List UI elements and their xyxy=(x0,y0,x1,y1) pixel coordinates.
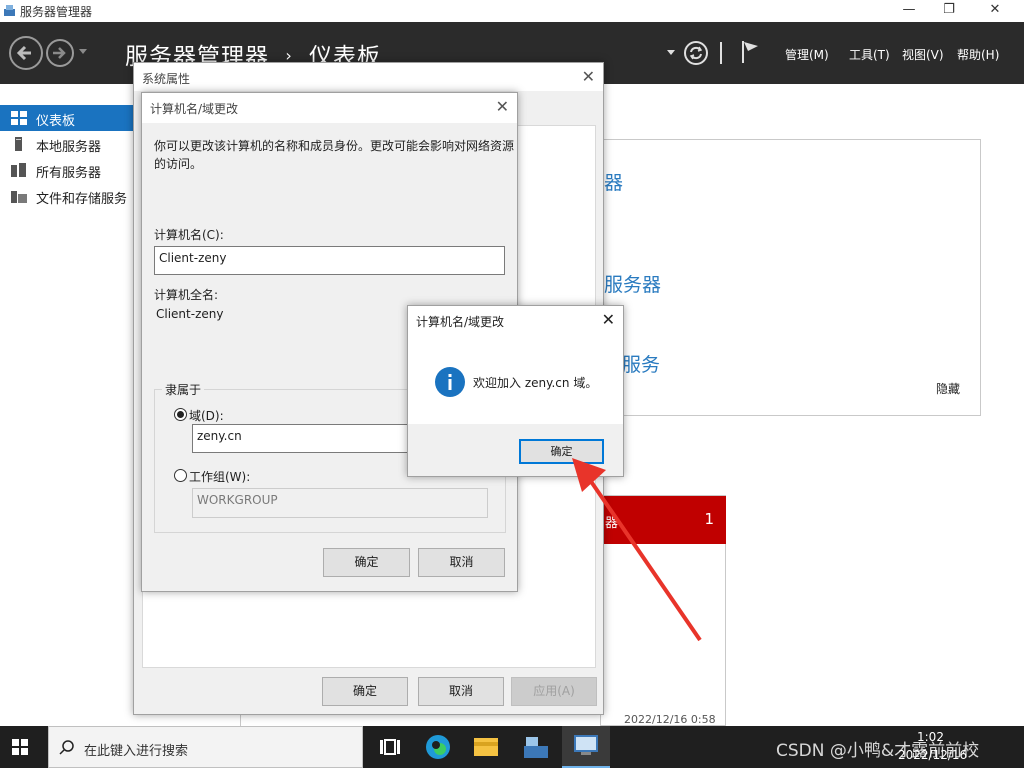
domain-radio[interactable] xyxy=(174,408,187,421)
domain-label: 域(D): xyxy=(189,409,224,423)
dialog-title: 系统属性 xyxy=(142,72,191,86)
tile-configure-server[interactable]: 器 xyxy=(604,168,623,195)
dialog-title: 计算机名/域更改 xyxy=(416,315,505,329)
sidebar-item-label: 本地服务器 xyxy=(36,140,102,155)
member-of-label: 隶属于 xyxy=(162,381,205,398)
dialog-titlebar: 计算机名/域更改 ✕ xyxy=(408,306,623,336)
task-view-icon[interactable] xyxy=(368,732,416,762)
cancel-button[interactable]: 取消 xyxy=(418,548,505,577)
forward-button[interactable] xyxy=(46,39,74,67)
taskbar: 在此键入进行搜索 1:02 2022/12/16 CSDN @小鸭&才露前前校 xyxy=(0,726,1024,768)
close-icon[interactable]: ✕ xyxy=(496,97,509,116)
workgroup-radio[interactable] xyxy=(174,469,187,482)
hide-link[interactable]: 隐藏 xyxy=(936,380,960,397)
welcome-message: 欢迎加入 zeny.cn 域。 xyxy=(473,376,598,390)
dialog-titlebar: 计算机名/域更改 ✕ xyxy=(142,93,517,123)
file-explorer-icon[interactable] xyxy=(462,732,510,762)
back-arrow-icon xyxy=(16,45,31,61)
sidebar-item-label: 所有服务器 xyxy=(36,166,102,181)
ok-button[interactable]: 确定 xyxy=(322,677,408,706)
servers-icon xyxy=(11,163,26,177)
sidebar-item-local-server[interactable]: 本地服务器 xyxy=(0,131,133,157)
sidebar: 仪表板 本地服务器 所有服务器 文件和存储服务 xyxy=(0,84,133,726)
close-icon[interactable]: ✕ xyxy=(582,67,595,86)
maximize-button[interactable]: ❐ xyxy=(926,0,972,22)
menu-help[interactable]: 帮助(H) xyxy=(957,46,999,63)
window-titlebar: 服务器管理器 — ❐ ✕ xyxy=(0,0,1024,22)
active-app-taskbar-button[interactable] xyxy=(562,726,610,768)
header-dropdown-icon[interactable] xyxy=(666,49,676,57)
sidebar-item-file-storage[interactable]: 文件和存储服务 xyxy=(0,183,133,209)
sidebar-item-label: 文件和存储服务 xyxy=(36,192,128,207)
sidebar-item-all-servers[interactable]: 所有服务器 xyxy=(0,157,133,183)
sidebar-item-label: 仪表板 xyxy=(36,114,76,129)
storage-icon xyxy=(11,191,27,203)
dialog-title: 计算机名/域更改 xyxy=(150,102,239,116)
window-title: 服务器管理器 xyxy=(20,5,93,19)
search-placeholder: 在此键入进行搜索 xyxy=(84,744,189,759)
system-properties-taskbar-icon xyxy=(574,735,598,755)
menu-view[interactable]: 视图(V) xyxy=(902,46,944,63)
refresh-icon[interactable] xyxy=(683,40,709,66)
info-icon xyxy=(435,367,465,397)
header-divider xyxy=(720,42,722,64)
taskbar-search-box[interactable]: 在此键入进行搜索 xyxy=(48,726,363,768)
watermark: CSDN @小鸭&才露前前校 xyxy=(776,741,980,761)
workgroup-label: 工作组(W): xyxy=(189,470,251,484)
server-icon xyxy=(15,137,22,151)
back-button[interactable] xyxy=(9,36,43,70)
close-window-button[interactable]: ✕ xyxy=(972,0,1018,22)
workgroup-input[interactable]: WORKGROUP xyxy=(192,488,488,518)
tile-add-servers[interactable]: 服务器 xyxy=(604,270,661,297)
full-name-value: Client-zeny xyxy=(156,307,224,321)
search-icon xyxy=(59,740,74,755)
start-windows-icon[interactable] xyxy=(12,739,28,755)
computer-name-input[interactable]: Client-zeny xyxy=(154,246,505,275)
dialog-titlebar: 系统属性 ✕ xyxy=(134,63,603,91)
apply-button[interactable]: 应用(A) xyxy=(511,677,597,706)
refresh-timestamp: 2022/12/16 0:58 xyxy=(624,713,716,726)
tile-services[interactable]: 服务 xyxy=(622,350,660,377)
server-manager-taskbar-icon[interactable] xyxy=(512,732,560,762)
forward-arrow-icon xyxy=(53,47,66,59)
close-icon[interactable]: ✕ xyxy=(602,310,615,329)
dashboard-icon xyxy=(11,111,27,125)
notifications-flag-icon[interactable] xyxy=(740,39,762,65)
quick-start-panel: 器 服务器 服务 隐藏 xyxy=(601,139,981,416)
history-dropdown-icon[interactable] xyxy=(78,48,88,56)
full-name-label: 计算机全名: xyxy=(154,288,219,302)
cancel-button[interactable]: 取消 xyxy=(418,677,504,706)
dialog-description: 你可以更改该计算机的名称和成员身份。更改可能会影响对网络资源的访问。 xyxy=(154,139,515,171)
server-manager-app-icon xyxy=(4,5,15,16)
menu-tools[interactable]: 工具(T) xyxy=(849,46,890,63)
ok-button[interactable]: 确定 xyxy=(323,548,410,577)
edge-browser-icon[interactable] xyxy=(414,732,462,762)
annotation-arrow xyxy=(572,458,702,642)
menu-manage[interactable]: 管理(M) xyxy=(785,46,829,63)
computer-name-label: 计算机名(C): xyxy=(154,228,224,242)
sidebar-item-dashboard[interactable]: 仪表板 xyxy=(0,105,133,131)
